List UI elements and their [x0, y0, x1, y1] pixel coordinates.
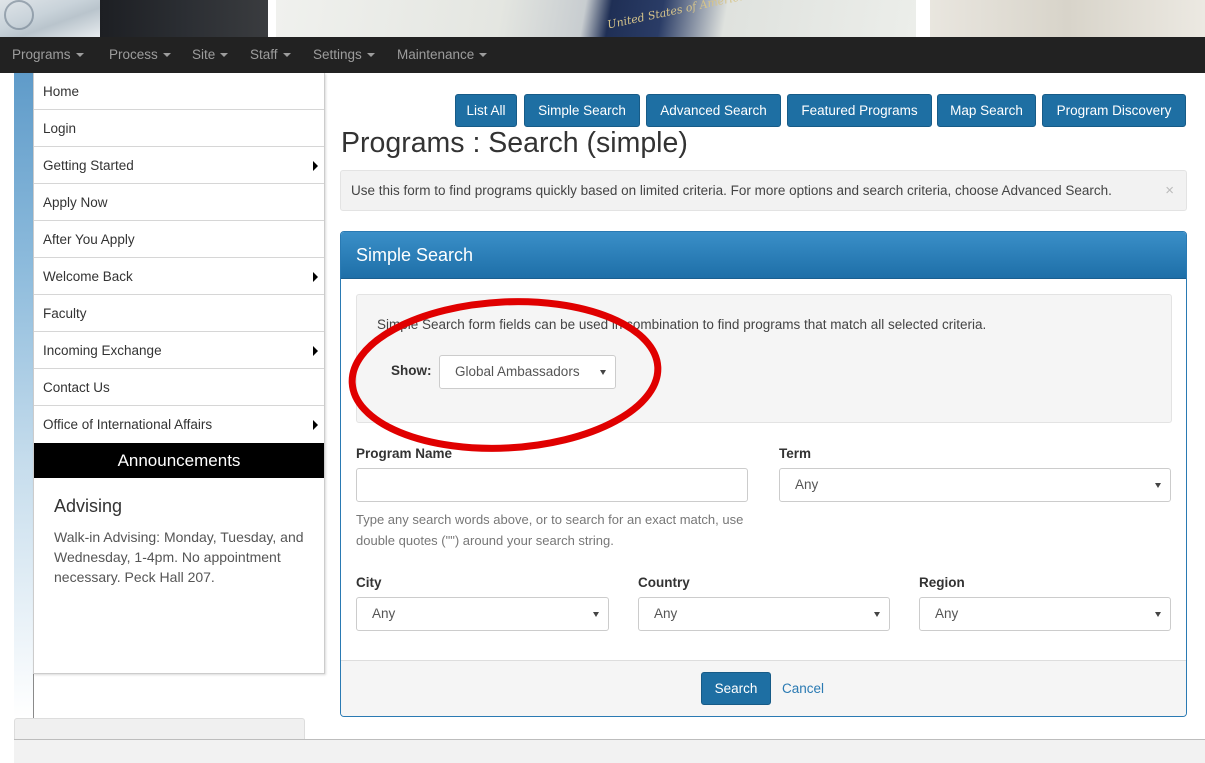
sidebar-item-faculty[interactable]: Faculty [34, 295, 324, 332]
close-icon[interactable]: × [1165, 171, 1174, 210]
announcement-title: Advising [54, 496, 123, 516]
info-alert: Use this form to find programs quickly b… [340, 170, 1187, 211]
sidebar: Home Login Getting Started Apply Now Aft… [33, 73, 325, 674]
featured-programs-button[interactable]: Featured Programs [787, 94, 932, 127]
program-name-input[interactable] [356, 468, 748, 502]
caret-right-icon [313, 420, 318, 430]
caret-down-icon [366, 53, 375, 58]
region-select[interactable]: Any [919, 597, 1171, 631]
alert-text: Use this form to find programs quickly b… [351, 183, 1112, 198]
sidebar-item-incoming-exchange[interactable]: Incoming Exchange [34, 332, 324, 369]
show-label: Show: [391, 363, 432, 378]
sidebar-item-contact-us[interactable]: Contact Us [34, 369, 324, 406]
map-search-button[interactable]: Map Search [937, 94, 1036, 127]
nav-site[interactable]: Site [192, 37, 229, 73]
sidebar-item-getting-started[interactable]: Getting Started [34, 147, 324, 184]
term-label: Term [779, 446, 812, 461]
panel-heading: Simple Search [341, 232, 1186, 279]
caret-down-icon [282, 53, 291, 58]
nav-programs[interactable]: Programs [12, 37, 84, 73]
caret-right-icon [313, 346, 318, 356]
caret-down-icon [479, 53, 488, 58]
sidebar-item-welcome-back[interactable]: Welcome Back [34, 258, 324, 295]
program-name-help: Type any search words above, or to searc… [356, 512, 744, 548]
nav-process[interactable]: Process [109, 37, 171, 73]
panel-footer: Search Cancel [341, 660, 1186, 716]
passport-text: United States of America [606, 0, 747, 32]
announcement-block: Advising Walk-in Advising: Monday, Tuesd… [34, 478, 324, 587]
show-select[interactable]: Global Ambassadors [439, 355, 616, 389]
top-nav: Programs Process Site Staff Settings Mai… [0, 37, 1205, 73]
simple-search-button[interactable]: Simple Search [524, 94, 640, 127]
page-title: Programs : Search (simple) [341, 127, 688, 159]
announcements-header: Announcements [34, 443, 324, 478]
banner-map-image [0, 0, 100, 37]
caret-right-icon [313, 272, 318, 282]
sidebar-item-apply-now[interactable]: Apply Now [34, 184, 324, 221]
banner-map-image-right [930, 0, 1205, 37]
caret-down-icon [75, 53, 84, 58]
city-select[interactable]: Any [356, 597, 609, 631]
caret-down-icon [220, 53, 229, 58]
search-button[interactable]: Search [701, 672, 771, 705]
cancel-link[interactable]: Cancel [782, 672, 824, 705]
advanced-search-button[interactable]: Advanced Search [646, 94, 781, 127]
list-all-button[interactable]: List All [455, 94, 517, 127]
nav-maintenance[interactable]: Maintenance [397, 37, 488, 73]
banner-dark-image [100, 0, 268, 37]
header-banner: United States of America [0, 0, 1205, 37]
caret-down-icon [1155, 612, 1161, 617]
sidebar-item-home[interactable]: Home [34, 73, 324, 110]
caret-down-icon [874, 612, 880, 617]
program-discovery-button[interactable]: Program Discovery [1042, 94, 1186, 127]
country-label: Country [638, 575, 690, 590]
bottom-tab [14, 718, 305, 740]
info-well: Simple Search form fields can be used in… [356, 294, 1172, 423]
caret-down-icon [600, 370, 606, 375]
sidebar-divider [33, 673, 34, 718]
simple-search-panel: Simple Search Simple Search form fields … [340, 231, 1187, 717]
banner-passport-image: United States of America [276, 0, 916, 37]
sidebar-item-login[interactable]: Login [34, 110, 324, 147]
region-label: Region [919, 575, 965, 590]
caret-down-icon [162, 53, 171, 58]
term-select[interactable]: Any [779, 468, 1171, 502]
sidebar-item-after-you-apply[interactable]: After You Apply [34, 221, 324, 258]
announcement-text: Walk-in Advising: Monday, Tuesday, and W… [54, 529, 304, 585]
nav-settings[interactable]: Settings [313, 37, 375, 73]
sidebar-item-office-of-international-affairs[interactable]: Office of International Affairs [34, 406, 324, 443]
program-name-label: Program Name [356, 446, 453, 461]
caret-right-icon [313, 161, 318, 171]
well-text: Simple Search form fields can be used in… [377, 317, 987, 332]
nav-staff[interactable]: Staff [250, 37, 291, 73]
footer-bar [14, 739, 1205, 763]
caret-down-icon [593, 612, 599, 617]
caret-down-icon [1155, 483, 1161, 488]
city-label: City [356, 575, 382, 590]
country-select[interactable]: Any [638, 597, 890, 631]
left-decorative-strip [14, 73, 33, 718]
